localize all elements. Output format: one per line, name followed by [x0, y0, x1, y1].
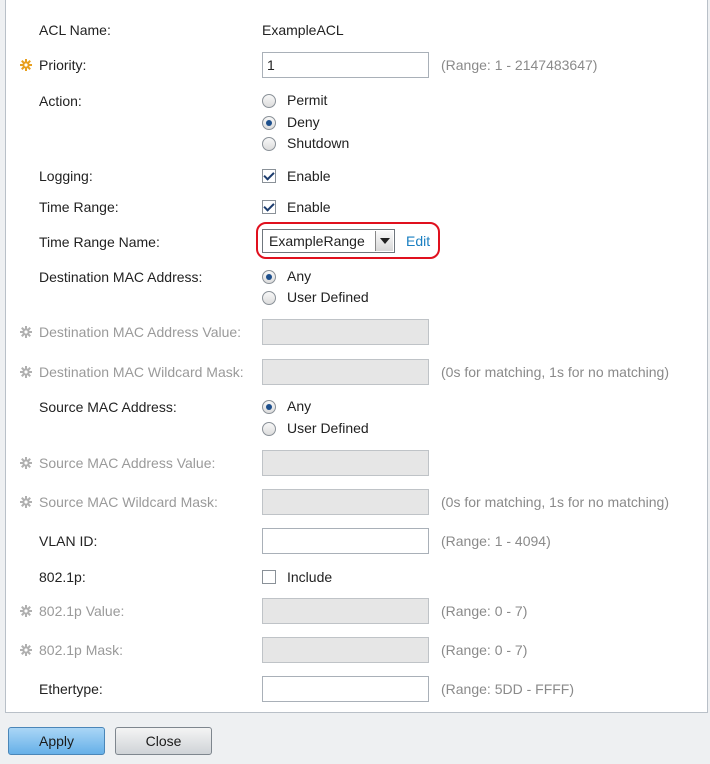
ethertype-label: Ethertype:: [39, 681, 103, 697]
dest-mac-mask-label: Destination MAC Wildcard Mask:: [39, 364, 244, 380]
dot1p-value-label: 802.1p Value:: [39, 603, 125, 619]
priority-hint: (Range: 1 - 2147483647): [441, 57, 598, 73]
dest-mac-mask-input: [262, 359, 429, 385]
dest-mac-label: Destination MAC Address:: [39, 269, 203, 285]
dest-mac-user-defined-radio[interactable]: [262, 291, 276, 305]
disabled-gear-icon: [20, 605, 32, 617]
dot1p-value-hint: (Range: 0 - 7): [441, 603, 528, 619]
dest-mac-mask-row: Destination MAC Wildcard Mask: (0s for m…: [6, 359, 707, 385]
acl-name-value: ExampleACL: [262, 22, 344, 38]
action-label: Action:: [39, 93, 82, 109]
disabled-gear-icon: [20, 496, 32, 508]
action-permit-radio[interactable]: [262, 94, 276, 108]
time-range-label: Time Range:: [39, 199, 119, 215]
vlan-id-input[interactable]: [262, 528, 429, 554]
dot1p-value-row: 802.1p Value: (Range: 0 - 7): [6, 598, 707, 624]
logging-label: Logging:: [39, 168, 93, 184]
ethertype-row: Ethertype: (Range: 5DD - FFFF): [6, 676, 707, 702]
dot1p-mask-label: 802.1p Mask:: [39, 642, 124, 658]
ethertype-input[interactable]: [262, 676, 429, 702]
logging-checkbox[interactable]: [262, 169, 276, 183]
logging-row: Logging: Enable: [6, 166, 707, 188]
close-button[interactable]: Close: [115, 727, 212, 755]
dest-mac-value-label: Destination MAC Address Value:: [39, 324, 242, 340]
time-range-name-label: Time Range Name:: [39, 234, 160, 250]
time-range-edit-link[interactable]: Edit: [406, 233, 430, 249]
ethertype-hint: (Range: 5DD - FFFF): [441, 681, 575, 697]
time-range-checkbox[interactable]: [262, 200, 276, 214]
disabled-gear-icon: [20, 457, 32, 469]
acl-name-label: ACL Name:: [39, 22, 111, 38]
disabled-gear-icon: [20, 644, 32, 656]
dest-mac-user-defined-label[interactable]: User Defined: [287, 289, 369, 305]
src-mac-label: Source MAC Address:: [39, 399, 177, 415]
priority-input[interactable]: [262, 52, 429, 78]
dot1p-value-input: [262, 598, 429, 624]
dot1p-include-label[interactable]: Include: [287, 569, 332, 585]
dest-mac-value-row: Destination MAC Address Value:: [6, 319, 707, 345]
priority-row: Priority: (Range: 1 - 2147483647): [6, 52, 707, 78]
src-mac-value-input: [262, 450, 429, 476]
vlan-id-label: VLAN ID:: [39, 533, 98, 549]
time-range-row: Time Range: Enable: [6, 197, 707, 219]
dot1p-label: 802.1p:: [39, 569, 86, 585]
action-deny-radio[interactable]: [262, 116, 276, 130]
time-range-name-selected: ExampleRange: [269, 233, 365, 249]
src-mac-any-radio[interactable]: [262, 400, 276, 414]
src-mac-mask-input: [262, 489, 429, 515]
vlan-id-hint: (Range: 1 - 4094): [441, 533, 551, 549]
src-mac-user-defined-radio[interactable]: [262, 422, 276, 436]
logging-checkbox-label[interactable]: Enable: [287, 168, 331, 184]
src-mac-mask-hint: (0s for matching, 1s for no matching): [441, 494, 669, 510]
apply-button[interactable]: Apply: [8, 727, 105, 755]
src-mac-mask-label: Source MAC Wildcard Mask:: [39, 494, 218, 510]
dest-mac-value-input: [262, 319, 429, 345]
src-mac-value-label: Source MAC Address Value:: [39, 455, 216, 471]
action-shutdown-radio[interactable]: [262, 137, 276, 151]
src-mac-value-row: Source MAC Address Value:: [6, 450, 707, 476]
time-range-name-select[interactable]: ExampleRange: [262, 229, 395, 253]
action-deny-label[interactable]: Deny: [287, 114, 320, 130]
disabled-gear-icon: [20, 326, 32, 338]
disabled-gear-icon: [20, 366, 32, 378]
time-range-checkbox-label[interactable]: Enable: [287, 199, 331, 215]
src-mac-mask-row: Source MAC Wildcard Mask: (0s for matchi…: [6, 489, 707, 515]
src-mac-user-defined-label[interactable]: User Defined: [287, 420, 369, 436]
dest-mac-any-radio[interactable]: [262, 270, 276, 284]
dest-mac-mask-hint: (0s for matching, 1s for no matching): [441, 364, 669, 380]
dot1p-mask-row: 802.1p Mask: (Range: 0 - 7): [6, 637, 707, 663]
src-mac-row: Source MAC Address:: [6, 397, 707, 419]
dot1p-mask-input: [262, 637, 429, 663]
dot1p-row: 802.1p: Include: [6, 567, 707, 589]
dest-mac-any-label[interactable]: Any: [287, 268, 311, 284]
dest-mac-row: Destination MAC Address:: [6, 267, 707, 289]
priority-label: Priority:: [39, 57, 87, 73]
acl-name-row: ACL Name: ExampleACL: [6, 20, 707, 42]
acl-form-panel: ACL Name: ExampleACL Priority: (Range: 1…: [5, 0, 708, 713]
action-shutdown-label[interactable]: Shutdown: [287, 135, 349, 151]
action-permit-label[interactable]: Permit: [287, 92, 327, 108]
required-gear-icon: [20, 59, 32, 71]
vlan-id-row: VLAN ID: (Range: 1 - 4094): [6, 528, 707, 554]
dropdown-arrow-icon[interactable]: [375, 231, 393, 251]
src-mac-any-label[interactable]: Any: [287, 398, 311, 414]
action-row: Action:: [6, 91, 707, 113]
dot1p-include-checkbox[interactable]: [262, 570, 276, 584]
dot1p-mask-hint: (Range: 0 - 7): [441, 642, 528, 658]
